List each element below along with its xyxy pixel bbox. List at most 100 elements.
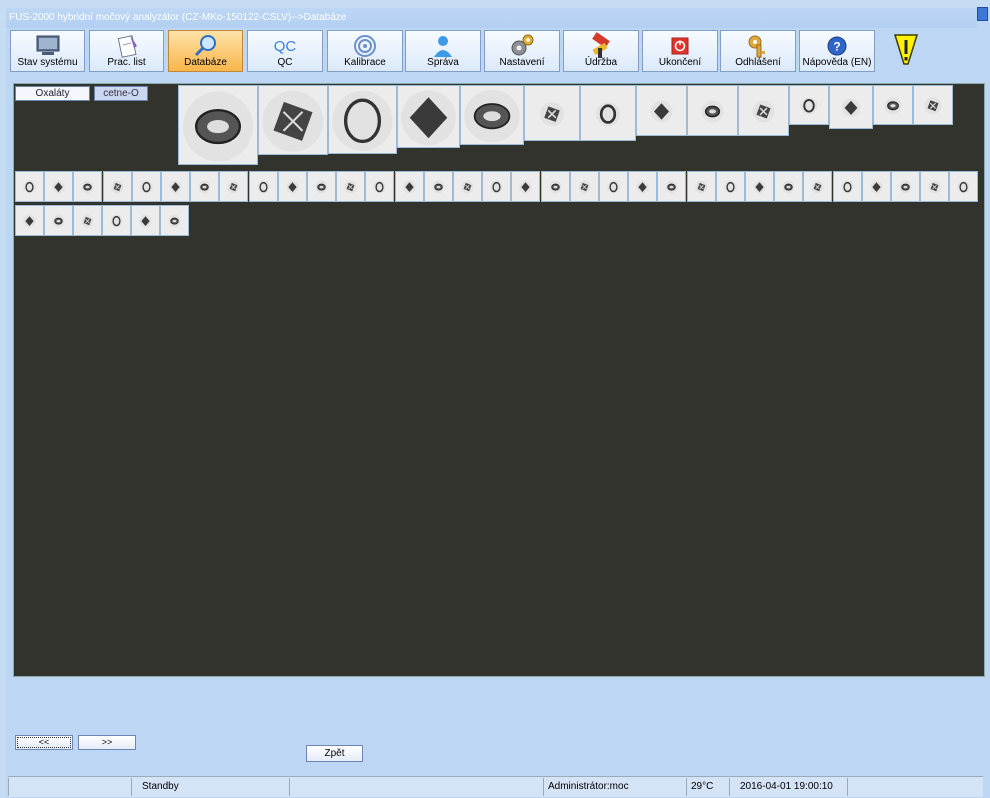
particle-thumbnail[interactable]	[249, 171, 278, 202]
particle-thumbnail[interactable]	[161, 171, 190, 202]
particle-thumbnail[interactable]	[803, 171, 832, 202]
gears-icon	[485, 33, 559, 59]
particle-thumbnail[interactable]	[774, 171, 803, 202]
toolbar-button-gears[interactable]: Nastavení	[484, 30, 560, 72]
particle-thumbnail[interactable]	[190, 171, 219, 202]
particle-thumbnail[interactable]	[511, 171, 540, 202]
particle-thumbnail[interactable]	[570, 171, 599, 202]
toolbar-button-qc[interactable]: QC QC	[247, 30, 323, 72]
toolbar-button-label: Odhlášení	[735, 57, 781, 68]
particle-thumbnail[interactable]	[395, 171, 424, 202]
particle-thumbnail[interactable]	[73, 171, 102, 202]
toolbar-button-tools[interactable]: Údržba	[563, 30, 639, 72]
particle-thumbnail[interactable]	[716, 171, 745, 202]
toolbar-button-label: Údržba	[584, 57, 618, 68]
particle-thumbnail[interactable]	[15, 205, 44, 236]
particle-thumbnail[interactable]	[460, 85, 524, 145]
particle-thumbnail[interactable]	[628, 171, 657, 202]
particle-thumbnail[interactable]	[178, 85, 258, 165]
toolbar-button-worklist[interactable]: Prac. list	[89, 30, 164, 72]
toolbar-button-label: Kalibrace	[344, 57, 386, 68]
window-control-button[interactable]	[977, 7, 988, 21]
particle-thumbnail[interactable]	[636, 85, 687, 136]
particle-thumbnail[interactable]	[687, 85, 738, 136]
particle-thumbnail[interactable]	[307, 171, 336, 202]
status-temperature: 29°C	[686, 778, 729, 796]
category-cetne-o-button[interactable]: cetne-O	[94, 86, 148, 101]
back-button[interactable]: Zpět	[306, 745, 363, 762]
main-toolbar: Stav systému Prac. list Databáze QC QC Kalibr…	[10, 30, 968, 74]
status-cell-empty	[8, 778, 131, 796]
particle-thumbnail[interactable]	[44, 205, 73, 236]
status-cell-extra	[847, 778, 983, 796]
particle-thumbnail[interactable]	[365, 171, 394, 202]
worklist-icon	[90, 33, 163, 59]
particle-thumbnail[interactable]	[580, 85, 636, 141]
particle-thumbnail[interactable]	[397, 85, 460, 148]
particle-thumbnail[interactable]	[44, 171, 73, 202]
particle-thumbnail[interactable]	[132, 171, 161, 202]
user-icon	[406, 33, 480, 59]
toolbar-button-label: Správa	[427, 57, 459, 68]
toolbar-button-power[interactable]: Ukončení	[642, 30, 718, 72]
status-state: Standby	[131, 778, 289, 796]
status-cell-message	[289, 778, 543, 796]
particle-thumbnail[interactable]	[73, 205, 102, 236]
particle-thumbnail[interactable]	[829, 85, 873, 129]
svg-text:?: ?	[833, 40, 840, 54]
particle-thumbnail[interactable]	[160, 205, 189, 236]
toolbar-button-label: Databáze	[184, 57, 227, 68]
particle-thumbnail[interactable]	[278, 171, 307, 202]
particle-thumbnail[interactable]	[103, 171, 132, 202]
target-icon	[328, 33, 402, 59]
warning-icon[interactable]	[893, 33, 919, 70]
monitor-icon	[11, 33, 84, 59]
toolbar-button-label: Ukončení	[658, 57, 702, 68]
tools-icon	[564, 32, 638, 59]
particle-thumbnail[interactable]	[789, 85, 829, 125]
particle-thumbnail[interactable]	[891, 171, 920, 202]
toolbar-button-key[interactable]: Odhlášení	[720, 30, 796, 72]
particle-thumbnail[interactable]	[258, 85, 328, 155]
particle-thumbnail[interactable]	[219, 171, 248, 202]
particle-thumbnail[interactable]	[599, 171, 628, 202]
help-icon: ?	[800, 33, 874, 59]
toolbar-button-label: Nastavení	[499, 57, 545, 68]
status-user: Administrátor:moc	[543, 778, 686, 796]
toolbar-button-magnifier[interactable]: Databáze	[168, 30, 243, 72]
toolbar-button-help[interactable]: ? Nápověda (EN)	[799, 30, 875, 72]
particle-thumbnail[interactable]	[920, 171, 949, 202]
particle-thumbnail[interactable]	[424, 171, 453, 202]
magnifier-icon	[169, 33, 242, 59]
toolbar-button-label: Nápověda (EN)	[802, 57, 872, 68]
particle-thumbnail[interactable]	[913, 85, 953, 125]
particle-thumbnail[interactable]	[873, 85, 913, 125]
particle-thumbnail[interactable]	[862, 171, 891, 202]
particle-thumbnail[interactable]	[541, 171, 570, 202]
particle-thumbnail[interactable]	[482, 171, 511, 202]
particle-thumbnail[interactable]	[102, 205, 131, 236]
particle-thumbnail[interactable]	[336, 171, 365, 202]
particle-thumbnail[interactable]	[687, 171, 716, 202]
particle-thumbnail[interactable]	[738, 85, 789, 136]
particle-thumbnail[interactable]	[949, 171, 978, 202]
previous-page-button[interactable]: <<	[15, 735, 73, 750]
toolbar-button-label: QC	[277, 57, 293, 68]
status-bar: Standby Administrátor:moc 29°C 2016-04-0…	[8, 776, 983, 797]
particle-thumbnail[interactable]	[453, 171, 482, 202]
toolbar-button-target[interactable]: Kalibrace	[327, 30, 403, 72]
particle-thumbnail[interactable]	[833, 171, 862, 202]
key-icon	[721, 33, 795, 59]
particle-thumbnail[interactable]	[15, 171, 44, 202]
qc-icon: QC	[273, 37, 297, 55]
particle-thumbnail[interactable]	[524, 85, 580, 141]
toolbar-button-user[interactable]: Správa	[405, 30, 481, 72]
window-title: FUS-2000 hybridní močový analyzátor (CZ-…	[6, 8, 977, 28]
particle-thumbnail[interactable]	[131, 205, 160, 236]
particle-thumbnail[interactable]	[328, 85, 397, 154]
toolbar-button-monitor[interactable]: Stav systému	[10, 30, 85, 72]
particle-thumbnail[interactable]	[745, 171, 774, 202]
particle-thumbnail[interactable]	[657, 171, 686, 202]
next-page-button[interactable]: >>	[78, 735, 136, 750]
category-oxalates-button[interactable]: Oxaláty	[15, 86, 90, 101]
